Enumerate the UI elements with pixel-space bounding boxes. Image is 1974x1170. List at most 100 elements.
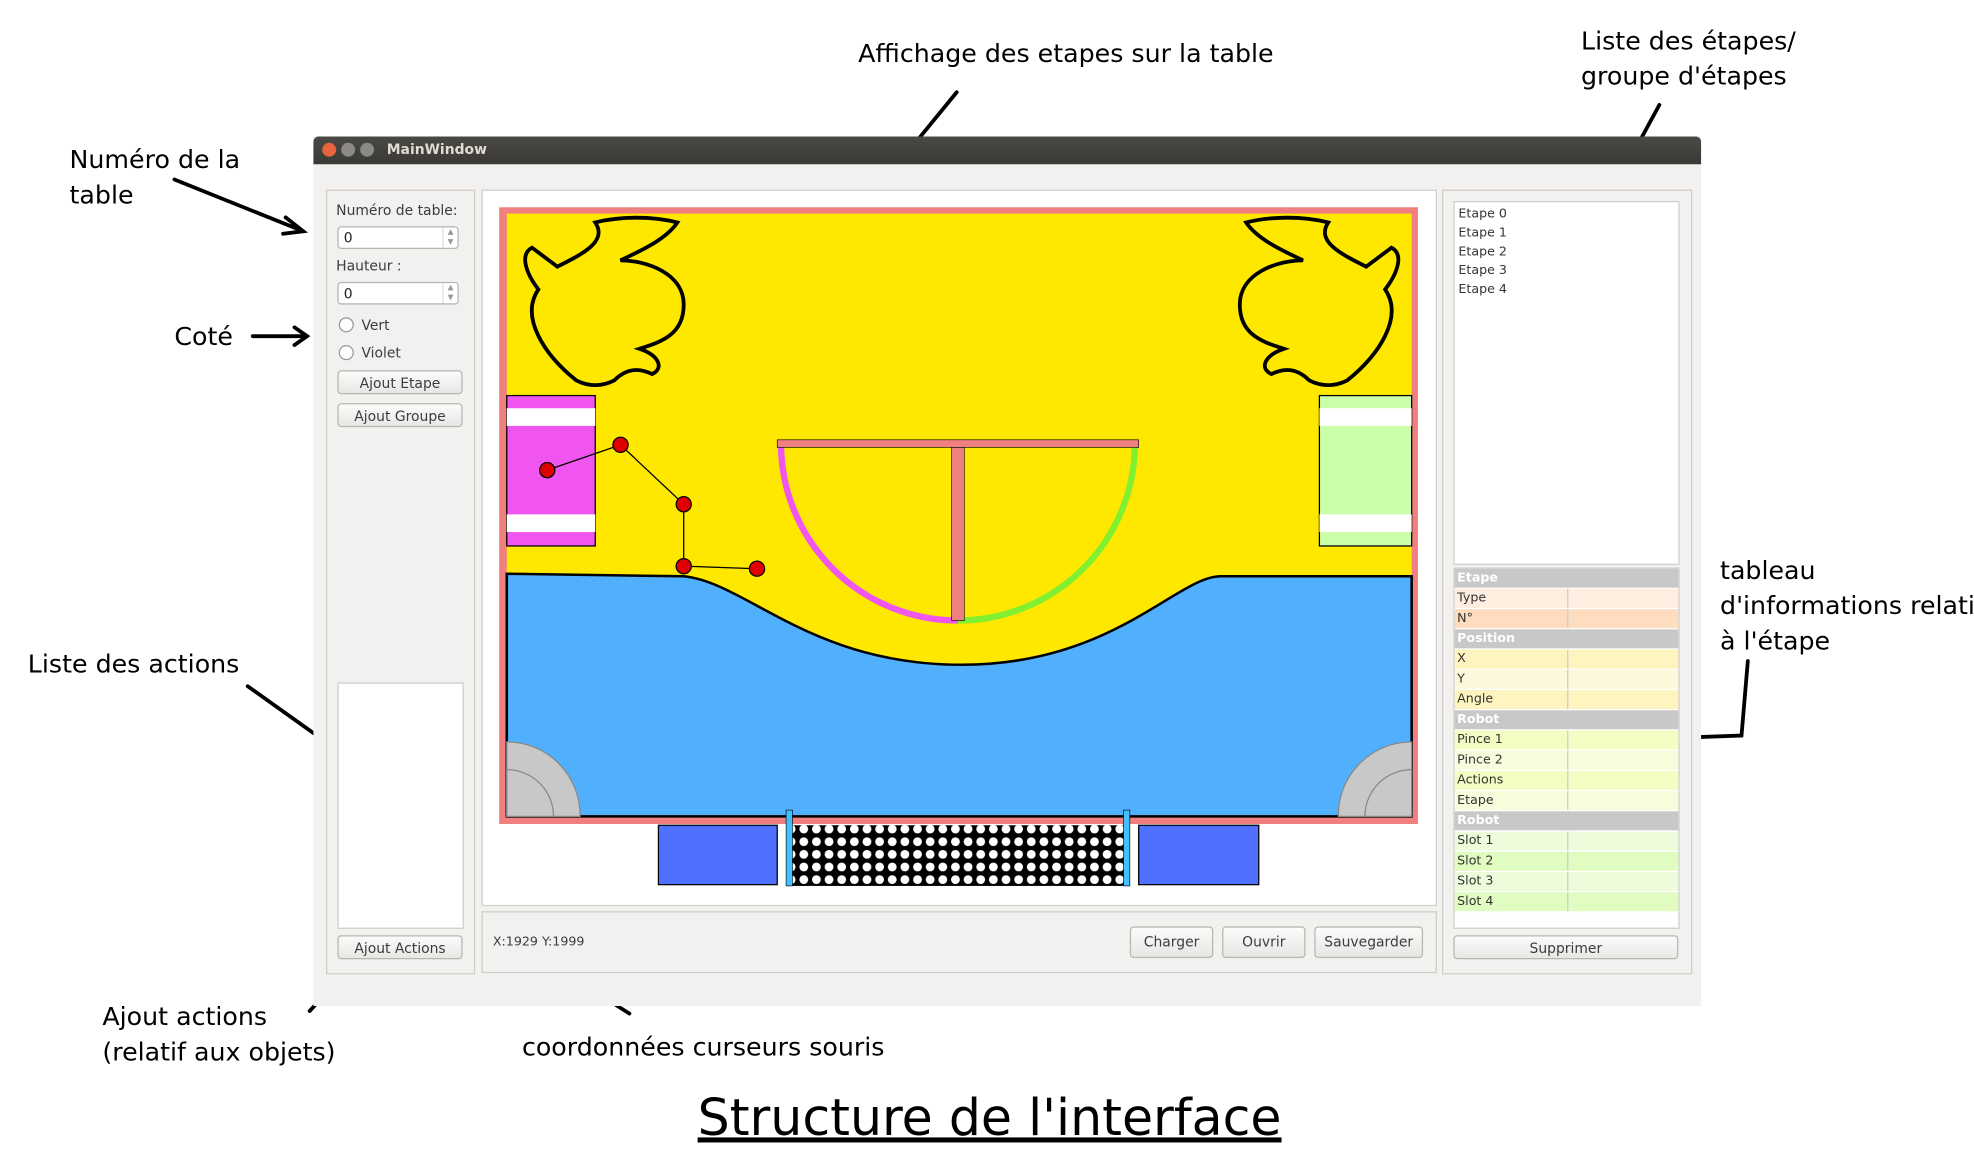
info-value[interactable] bbox=[1568, 751, 1678, 770]
info-value[interactable] bbox=[1568, 892, 1678, 911]
radio-green-label[interactable]: Vert bbox=[361, 317, 389, 333]
radio-violet[interactable] bbox=[338, 345, 354, 361]
step-list-item[interactable]: Etape 1 bbox=[1455, 224, 1679, 243]
info-key: Etape bbox=[1455, 791, 1569, 811]
arrow-icon bbox=[250, 325, 311, 347]
step-list-item[interactable]: Etape 4 bbox=[1455, 281, 1679, 300]
add-actions-button[interactable]: Ajout Actions bbox=[337, 935, 463, 960]
info-row[interactable]: Slot 3 bbox=[1454, 872, 1679, 893]
info-key: Slot 3 bbox=[1455, 872, 1569, 891]
info-key: Pince 1 bbox=[1455, 730, 1569, 750]
spin-arrows-icon[interactable]: ▲ ▼ bbox=[442, 227, 457, 248]
step-point bbox=[748, 560, 766, 577]
blue-box-left bbox=[657, 824, 778, 886]
add-group-button[interactable]: Ajout Groupe bbox=[337, 403, 463, 428]
violet-stripe bbox=[506, 514, 596, 533]
maximize-icon[interactable] bbox=[360, 142, 375, 157]
info-key: Pince 2 bbox=[1455, 750, 1569, 770]
info-row[interactable]: Y bbox=[1454, 669, 1679, 691]
info-row[interactable]: Etape bbox=[1454, 791, 1679, 812]
info-section-header: Robot bbox=[1454, 811, 1679, 832]
step-list-item[interactable]: Etape 0 bbox=[1455, 205, 1679, 224]
steps-list[interactable]: Etape 0 Etape 1 Etape 2 Etape 3 Etape 4 bbox=[1453, 200, 1680, 565]
info-section-header: Position bbox=[1454, 629, 1679, 650]
bottom-bar: X:1929 Y:1999 Charger Ouvrir Sauvegarder bbox=[481, 911, 1437, 974]
info-key: Angle bbox=[1455, 690, 1569, 709]
info-value[interactable] bbox=[1568, 670, 1678, 689]
step-point bbox=[675, 557, 692, 575]
info-value[interactable] bbox=[1568, 650, 1678, 669]
green-stripe bbox=[1319, 408, 1412, 426]
info-value[interactable] bbox=[1568, 609, 1678, 628]
stage: Numéro de la table Coté Liste des action… bbox=[0, 0, 1974, 1170]
info-row[interactable]: Slot 4 bbox=[1454, 892, 1679, 913]
radio-violet-label[interactable]: Violet bbox=[361, 345, 400, 361]
info-value[interactable] bbox=[1568, 690, 1678, 709]
left-panel: Numéro de table: 0 ▲ ▼ Hauteur : 0 ▲ ▼ Vert … bbox=[326, 189, 476, 975]
t-bar-vertical bbox=[951, 447, 965, 621]
actions-list[interactable] bbox=[337, 682, 464, 929]
cursor-coordinates: X:1929 Y:1999 bbox=[492, 935, 585, 950]
info-row[interactable]: Slot 2 bbox=[1454, 851, 1679, 873]
info-key: Y bbox=[1455, 669, 1569, 689]
table-field[interactable] bbox=[483, 191, 1436, 905]
info-row[interactable]: Angle bbox=[1454, 690, 1679, 711]
close-icon[interactable] bbox=[322, 142, 337, 157]
table-canvas[interactable] bbox=[481, 189, 1437, 907]
main-window: MainWindow Numéro de table: 0 ▲ ▼ Hauteur … bbox=[313, 136, 1702, 1006]
info-key: Actions bbox=[1455, 770, 1569, 790]
info-row[interactable]: Slot 1 bbox=[1454, 831, 1679, 852]
t-bar-horizontal bbox=[776, 439, 1139, 448]
save-button[interactable]: Sauvegarder bbox=[1314, 926, 1424, 958]
arrow-icon bbox=[172, 177, 309, 236]
info-row[interactable]: X bbox=[1454, 649, 1679, 670]
checkered-zone bbox=[787, 825, 1127, 886]
table-number-value: 0 bbox=[343, 230, 353, 247]
post-left bbox=[785, 809, 793, 887]
open-button[interactable]: Ouvrir bbox=[1222, 926, 1306, 958]
info-key: N° bbox=[1455, 609, 1569, 629]
step-point bbox=[612, 436, 629, 454]
right-panel: Etape 0 Etape 1 Etape 2 Etape 3 Etape 4 Etap… bbox=[1441, 189, 1693, 975]
load-button[interactable]: Charger bbox=[1129, 926, 1214, 958]
info-value[interactable] bbox=[1568, 832, 1678, 851]
step-list-item[interactable]: Etape 2 bbox=[1455, 243, 1679, 262]
table-number-label: Numéro de table: bbox=[336, 202, 458, 219]
height-label: Hauteur : bbox=[336, 257, 402, 275]
title-bar: MainWindow bbox=[313, 136, 1702, 165]
info-value[interactable] bbox=[1568, 852, 1678, 871]
info-row[interactable]: Type bbox=[1454, 588, 1679, 610]
info-value[interactable] bbox=[1568, 872, 1678, 891]
step-point bbox=[675, 496, 692, 513]
info-value[interactable] bbox=[1568, 791, 1678, 810]
height-value: 0 bbox=[343, 285, 353, 303]
minimize-icon[interactable] bbox=[341, 142, 356, 157]
info-key: Slot 4 bbox=[1455, 892, 1569, 912]
info-key: Type bbox=[1455, 588, 1569, 608]
info-row[interactable]: N° bbox=[1454, 609, 1679, 630]
window-title: MainWindow bbox=[386, 141, 487, 158]
info-row[interactable]: Actions bbox=[1454, 770, 1679, 792]
info-row[interactable]: Pince 1 bbox=[1454, 730, 1679, 751]
radio-green[interactable] bbox=[338, 317, 354, 333]
info-key: X bbox=[1455, 649, 1569, 669]
step-list-item[interactable]: Etape 3 bbox=[1455, 262, 1679, 281]
spin-arrows-icon[interactable]: ▲ ▼ bbox=[442, 283, 457, 304]
info-row[interactable]: Pince 2 bbox=[1454, 750, 1679, 771]
delete-button[interactable]: Supprimer bbox=[1453, 935, 1679, 960]
green-stripe bbox=[1319, 514, 1412, 533]
violet-stripe bbox=[506, 408, 596, 426]
info-key: Slot 2 bbox=[1455, 851, 1569, 871]
info-value[interactable] bbox=[1568, 589, 1678, 608]
info-section-header: Etape bbox=[1454, 568, 1679, 589]
blue-box-right bbox=[1138, 824, 1260, 886]
post-right bbox=[1123, 809, 1131, 887]
table-number-input[interactable]: 0 ▲ ▼ bbox=[337, 226, 459, 249]
info-value[interactable] bbox=[1568, 771, 1678, 790]
info-value[interactable] bbox=[1568, 730, 1678, 749]
info-key: Slot 1 bbox=[1455, 831, 1569, 851]
info-section-header: Robot bbox=[1454, 710, 1679, 731]
height-input[interactable]: 0 ▲ ▼ bbox=[337, 281, 459, 305]
add-step-button[interactable]: Ajout Etape bbox=[337, 370, 463, 395]
info-table[interactable]: Etape Type N° Position X Y Angle Robot Pince 1 Pi… bbox=[1453, 567, 1680, 929]
